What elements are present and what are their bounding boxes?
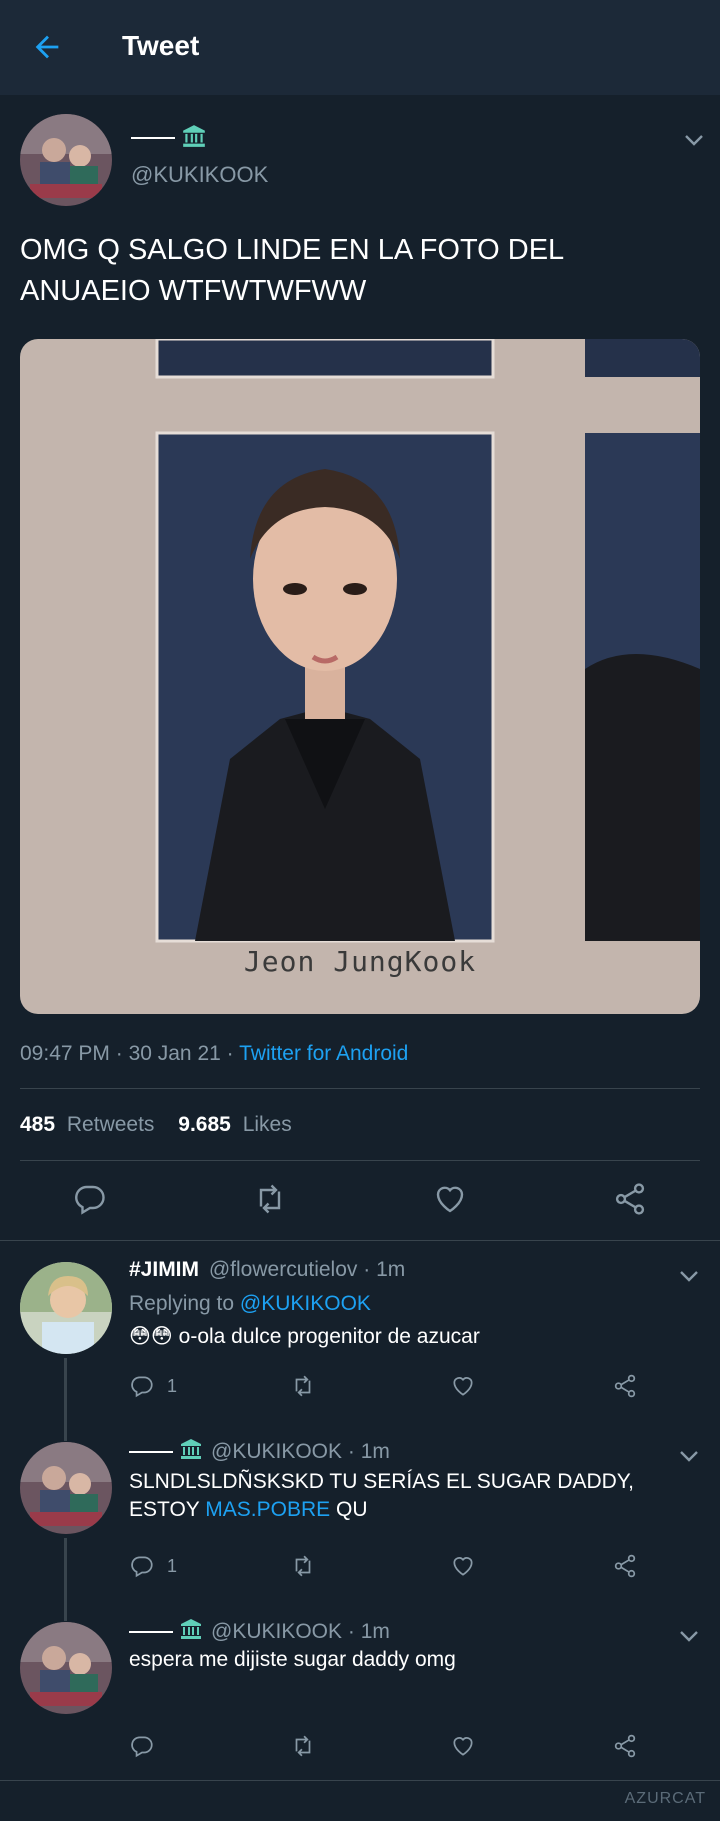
chevron-down-icon[interactable] bbox=[677, 1264, 701, 1288]
bank-icon bbox=[181, 123, 207, 154]
like-count[interactable]: 9.685 bbox=[178, 1113, 231, 1136]
like-icon[interactable] bbox=[450, 1372, 476, 1400]
tweet-timestamp: 09:47 PM · 30 Jan 21 · Twitter for Andro… bbox=[20, 1042, 409, 1065]
chevron-down-icon[interactable] bbox=[682, 128, 706, 152]
reply-author-handle: @KUKIKOOK bbox=[211, 1620, 343, 1643]
author-name bbox=[131, 123, 207, 153]
thread-line bbox=[64, 1358, 67, 1441]
reply-time: 1m bbox=[360, 1620, 390, 1643]
author-handle: @KUKIKOOK bbox=[131, 162, 269, 187]
reply-count: 1 bbox=[167, 1375, 178, 1396]
top-bar: Tweet bbox=[0, 0, 720, 95]
chevron-down-icon[interactable] bbox=[677, 1444, 701, 1468]
photo-caption: Jeon JungKook bbox=[243, 945, 477, 978]
reply-text: SLNDLSLDÑSKSKD TU SERÍAS EL SUGAR DADDY,… bbox=[129, 1470, 634, 1521]
hashtag-link[interactable]: MAS.POBRE bbox=[205, 1498, 330, 1521]
tweet-stats: 485 Retweets 9.685 Likes bbox=[20, 1113, 292, 1136]
retweet-icon[interactable] bbox=[290, 1552, 316, 1580]
reply-time: 1m bbox=[376, 1258, 406, 1281]
share-icon[interactable] bbox=[612, 1372, 638, 1400]
reply-header: #JIMIM @flowercutielov · 1m bbox=[129, 1258, 406, 1281]
divider bbox=[0, 1780, 720, 1781]
reply-text: 😳😳 o-ola dulce progenitor de azucar bbox=[129, 1325, 480, 1348]
reply-time: 1m bbox=[360, 1440, 390, 1463]
divider bbox=[20, 1160, 700, 1161]
replying-to: Replying to @KUKIKOOK bbox=[129, 1292, 371, 1315]
share-icon[interactable] bbox=[612, 1552, 638, 1580]
reply-button[interactable]: 1 bbox=[129, 1552, 177, 1580]
avatar[interactable] bbox=[20, 1622, 112, 1714]
divider bbox=[0, 1240, 720, 1241]
flushed-emoji: 😳😳 bbox=[129, 1325, 173, 1348]
bank-icon bbox=[179, 1437, 203, 1467]
reply-button[interactable]: 1 bbox=[129, 1372, 177, 1400]
reply-text: espera me dijiste sugar daddy omg bbox=[129, 1648, 456, 1671]
reply-icon[interactable] bbox=[72, 1181, 108, 1217]
tweet-photo[interactable]: Jeon JungKook bbox=[20, 339, 700, 1014]
reply-header: @KUKIKOOK · 1m bbox=[129, 1618, 390, 1646]
like-icon[interactable] bbox=[450, 1732, 476, 1760]
reply-button[interactable] bbox=[129, 1732, 155, 1760]
avatar[interactable] bbox=[20, 1442, 112, 1534]
retweet-icon[interactable] bbox=[290, 1372, 316, 1400]
thread-line bbox=[64, 1538, 67, 1621]
reply-author-handle: @flowercutielov bbox=[208, 1258, 358, 1281]
avatar[interactable] bbox=[20, 1262, 112, 1354]
reply-author-name: #JIMIM bbox=[129, 1258, 200, 1281]
page-title: Tweet bbox=[122, 30, 200, 61]
retweet-icon[interactable] bbox=[290, 1732, 316, 1760]
bank-icon bbox=[179, 1617, 203, 1647]
retweet-icon[interactable] bbox=[252, 1181, 288, 1217]
chevron-down-icon[interactable] bbox=[677, 1624, 701, 1648]
like-icon[interactable] bbox=[450, 1552, 476, 1580]
divider bbox=[20, 1088, 700, 1089]
source-link[interactable]: Twitter for Android bbox=[239, 1042, 408, 1065]
share-icon[interactable] bbox=[612, 1181, 648, 1217]
mention-link[interactable]: @KUKIKOOK bbox=[240, 1292, 371, 1315]
like-icon[interactable] bbox=[432, 1181, 468, 1217]
reply-count: 1 bbox=[167, 1555, 178, 1576]
tweet-text: OMG Q SALGO LINDE EN LA FOTO DEL ANUAEIO… bbox=[20, 234, 564, 307]
back-arrow-icon[interactable] bbox=[30, 30, 64, 64]
share-icon[interactable] bbox=[612, 1732, 638, 1760]
avatar[interactable] bbox=[20, 114, 112, 206]
watermark: AZURCAT bbox=[624, 1790, 706, 1807]
reply-header: @KUKIKOOK · 1m bbox=[129, 1438, 390, 1466]
reply-author-handle: @KUKIKOOK bbox=[211, 1440, 343, 1463]
retweet-count[interactable]: 485 bbox=[20, 1113, 55, 1136]
